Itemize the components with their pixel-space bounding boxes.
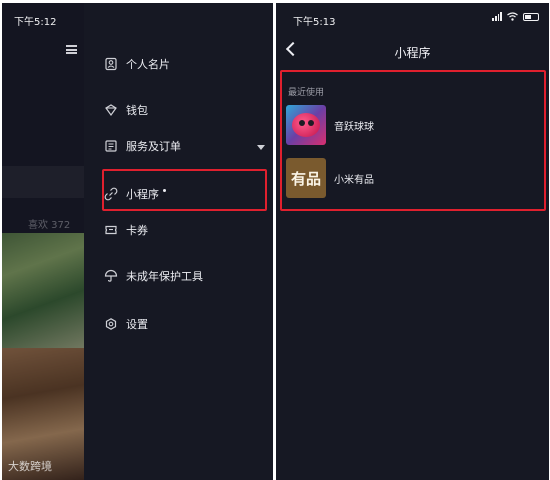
orders-icon <box>105 140 117 152</box>
mini-program-item[interactable]: 有品 小米有品 <box>286 158 374 198</box>
wifi-icon <box>507 12 518 21</box>
section-label-recent: 最近使用 <box>288 88 325 98</box>
menu-item-wallet[interactable]: 钱包 <box>104 99 148 121</box>
menu-item-label: 小程序 <box>126 188 159 201</box>
menu-item-label: 卡券 <box>126 224 148 237</box>
video-feed-background: 喜欢 372 <box>2 3 84 480</box>
menu-item-label: 未成年保护工具 <box>126 270 203 283</box>
menu-item-services-orders[interactable]: 服务及订单 <box>104 135 181 157</box>
menu-item-coupons[interactable]: 卡券 <box>104 219 148 241</box>
left-phone-screen: 喜欢 372 下午5:12 个人名片 钱包 服务及订单 小程序 卡券 未成年保护… <box>2 3 273 480</box>
right-phone-screen: 下午5:13 小程序 最近使用 音跃球球 有品 小米有品 <box>276 3 549 480</box>
wallet-icon <box>105 104 117 117</box>
gear-icon <box>105 318 117 330</box>
menu-item-label: 服务及订单 <box>126 140 181 153</box>
notification-dot <box>163 188 166 192</box>
link-icon <box>104 187 118 201</box>
nav-bar: 小程序 <box>276 36 549 66</box>
menu-item-business-card[interactable]: 个人名片 <box>104 53 170 75</box>
battery-icon <box>523 12 539 21</box>
menu-item-settings[interactable]: 设置 <box>104 313 148 335</box>
youpin-app-icon: 有品 <box>286 158 326 198</box>
music-ball-app-icon <box>286 105 326 145</box>
mini-program-name: 小米有品 <box>334 174 374 186</box>
hamburger-menu-icon[interactable] <box>66 45 77 54</box>
menu-item-label: 个人名片 <box>126 58 170 71</box>
mini-program-name: 音跃球球 <box>334 121 374 133</box>
side-drawer: 个人名片 钱包 服务及订单 小程序 卡券 未成年保护工具 设置 <box>88 3 273 480</box>
signal-icon <box>492 12 502 21</box>
menu-item-minor-protection[interactable]: 未成年保护工具 <box>104 265 203 287</box>
status-bar: 下午5:13 <box>276 3 549 33</box>
umbrella-icon <box>104 269 118 282</box>
menu-item-label: 钱包 <box>126 104 148 117</box>
id-card-icon <box>105 57 117 71</box>
chevron-down-icon[interactable] <box>257 145 265 150</box>
status-time: 下午5:12 <box>14 17 57 28</box>
page-title: 小程序 <box>394 46 431 60</box>
menu-item-label: 设置 <box>126 318 148 331</box>
watermark-text: 大数跨境 <box>8 460 52 473</box>
status-time: 下午5:13 <box>293 17 336 28</box>
menu-item-mini-programs[interactable]: 小程序 <box>104 183 166 205</box>
drawer-scrim[interactable] <box>2 3 84 480</box>
coupon-icon <box>105 225 117 235</box>
mini-program-item[interactable]: 音跃球球 <box>286 105 374 145</box>
